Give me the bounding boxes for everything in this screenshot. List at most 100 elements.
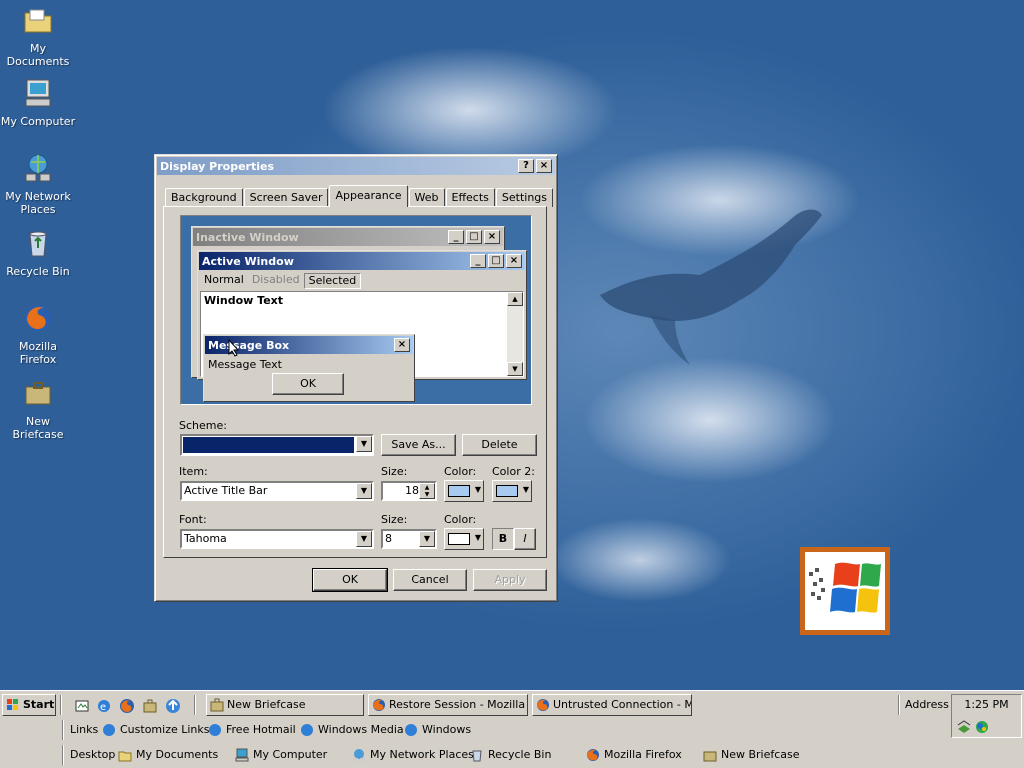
preview-menu-disabled: Disabled — [251, 273, 300, 286]
address-bar-label[interactable]: Address — [905, 698, 949, 711]
start-button[interactable]: Start — [2, 694, 56, 716]
desktop-icon-briefcase[interactable]: New Briefcase — [0, 377, 76, 441]
item-color2-label: Color 2: — [492, 465, 535, 478]
desktop-link-firefox[interactable]: Mozilla Firefox — [586, 746, 682, 764]
desktop-icon-network[interactable]: My Network Places — [0, 152, 76, 216]
briefcase-icon[interactable] — [142, 698, 158, 714]
separator — [898, 695, 900, 715]
close-button[interactable]: × — [536, 159, 552, 173]
taskbar: Start e New Briefcase Restore Session - … — [0, 690, 1024, 768]
scroll-down-icon: ▼ — [507, 362, 523, 376]
desktop-link-my-computer[interactable]: My Computer — [235, 746, 327, 764]
cancel-button[interactable]: Cancel — [393, 569, 467, 591]
help-button[interactable]: ? — [518, 159, 534, 173]
desktop-link-label: My Network Places — [370, 748, 474, 761]
separator — [62, 745, 64, 765]
chevron-down-icon[interactable]: ▼ — [356, 436, 372, 452]
desktop-link-recycle-bin[interactable]: Recycle Bin — [470, 746, 551, 764]
item-color2-swatch — [496, 485, 518, 497]
link-customize-links[interactable]: Customize Links — [102, 721, 210, 739]
tab-background[interactable]: Background — [165, 188, 243, 207]
item-dropdown[interactable]: Active Title Bar ▼ — [180, 481, 374, 501]
scheme-dropdown[interactable]: ▼ — [180, 434, 374, 456]
tab-strip: Background Screen Saver Appearance Web E… — [165, 185, 554, 207]
preview-message-box: Message Box × Message Text OK — [203, 334, 415, 402]
chevron-down-icon: ▼ — [522, 485, 529, 494]
desktop-link-label: Mozilla Firefox — [604, 748, 682, 761]
italic-toggle[interactable]: I — [514, 528, 536, 550]
desktop-icon-firefox[interactable]: Mozilla Firefox — [0, 302, 76, 366]
tab-web[interactable]: Web — [408, 188, 445, 207]
desktop-icon-recycle-bin[interactable]: Recycle Bin — [0, 227, 76, 278]
firefox-icon — [537, 699, 549, 711]
spinner-arrows-icon[interactable]: ▲ ▼ — [419, 483, 435, 499]
minimize-icon: _ — [470, 254, 486, 268]
font-dropdown[interactable]: Tahoma ▼ — [180, 529, 374, 549]
desktop-link-briefcase[interactable]: New Briefcase — [703, 746, 800, 764]
item-color-swatch — [448, 485, 470, 497]
ok-button[interactable]: OK — [312, 568, 388, 592]
firefox-icon — [587, 749, 599, 761]
desktop-link-label: New Briefcase — [721, 748, 800, 761]
tab-appearance[interactable]: Appearance — [329, 185, 408, 207]
dialog-title: Display Properties — [160, 159, 275, 173]
show-desktop-icon[interactable] — [74, 698, 90, 714]
delete-button[interactable]: Delete — [462, 434, 537, 456]
item-color-button[interactable]: ▼ — [444, 480, 484, 502]
font-color-label: Color: — [444, 513, 477, 526]
windows-logo — [800, 547, 890, 635]
font-size-label: Size: — [381, 513, 408, 526]
task-new-briefcase[interactable]: New Briefcase — [206, 694, 364, 716]
preview-window-text: Window Text — [204, 294, 284, 307]
folder-documents-icon — [118, 751, 132, 762]
link-label: Windows Media — [318, 723, 404, 736]
tab-settings[interactable]: Settings — [495, 188, 554, 207]
font-color-button[interactable]: ▼ — [444, 528, 484, 550]
tab-screen-saver[interactable]: Screen Saver — [243, 188, 329, 207]
internet-explorer-icon — [405, 724, 417, 736]
chevron-down-icon: ▼ — [474, 533, 481, 542]
chevron-down-icon[interactable]: ▼ — [356, 531, 372, 547]
item-size-spinner[interactable]: 18 ▲ ▼ — [381, 481, 437, 501]
font-size-dropdown[interactable]: 8 ▼ — [381, 529, 437, 549]
link-windows-media[interactable]: Windows Media — [300, 721, 404, 739]
dialog-titlebar[interactable]: Display Properties ? × — [157, 157, 555, 175]
link-free-hotmail[interactable]: Free Hotmail — [208, 721, 296, 739]
internet-explorer-icon — [103, 724, 115, 736]
save-as-button[interactable]: Save As... — [381, 434, 456, 456]
desktop-link-my-documents[interactable]: My Documents — [118, 746, 218, 764]
task-restore-session[interactable]: Restore Session - Mozilla ... — [368, 694, 528, 716]
clock[interactable]: 1:25 PM — [952, 698, 1021, 711]
preview-inactive-titlebar: Inactive Window _ □ × — [193, 228, 503, 246]
preview-scrollbar: ▲ ▼ — [507, 292, 523, 376]
preview-msgbox-title: Message Box — [208, 338, 290, 352]
separator — [60, 695, 62, 715]
item-color-label: Color: — [444, 465, 477, 478]
display-properties-dialog: Display Properties ? × Background Screen… — [154, 154, 558, 602]
item-size-value: 18 — [405, 484, 419, 497]
internet-explorer-icon[interactable]: e — [96, 698, 112, 714]
desktop-link-network-places[interactable]: My Network Places — [352, 746, 474, 764]
chevron-down-icon: ▼ — [474, 485, 481, 494]
bold-toggle[interactable]: B — [492, 528, 514, 550]
desktop-toolbar-label: Desktop — [70, 748, 116, 761]
internet-explorer-icon — [209, 724, 221, 736]
tab-effects[interactable]: Effects — [445, 188, 495, 207]
link-windows[interactable]: Windows — [404, 721, 471, 739]
update-icon[interactable] — [165, 698, 181, 714]
font-label: Font: — [179, 513, 207, 526]
desktop-icon-my-documents[interactable]: My Documents — [0, 4, 76, 68]
chevron-down-icon[interactable]: ▼ — [419, 531, 435, 547]
task-untrusted-connection[interactable]: Untrusted Connection - M... — [532, 694, 692, 716]
appearance-preview[interactable]: Inactive Window _ □ × Active Window _ □ … — [180, 215, 532, 405]
desktop-icon-my-computer[interactable]: My Computer — [0, 77, 76, 128]
task-label: Restore Session - Mozilla ... — [389, 698, 528, 711]
firefox-icon[interactable] — [119, 698, 135, 714]
close-icon: × — [484, 230, 500, 244]
item-label: Item: — [179, 465, 208, 478]
chevron-down-icon[interactable]: ▼ — [356, 483, 372, 499]
desktop-icon-label: Mozilla Firefox — [19, 340, 57, 366]
link-label: Free Hotmail — [226, 723, 296, 736]
item-color2-button[interactable]: ▼ — [492, 480, 532, 502]
apply-button[interactable]: Apply — [473, 569, 547, 591]
